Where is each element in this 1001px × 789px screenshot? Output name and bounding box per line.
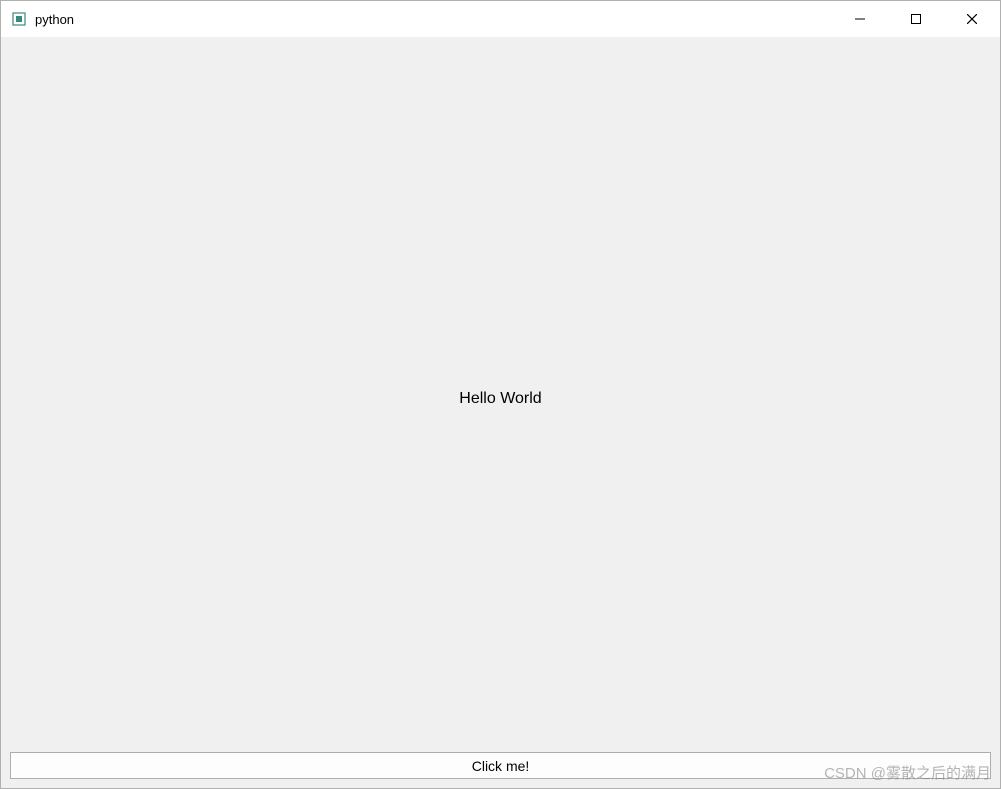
window-title: python [35,12,74,27]
titlebar: python [1,1,1000,37]
minimize-icon [855,12,865,27]
titlebar-controls [832,1,1000,37]
application-icon [11,11,27,27]
maximize-icon [911,12,921,27]
application-window: python [0,0,1001,789]
hello-label: Hello World [459,390,541,408]
close-icon [967,12,977,27]
client-area: Hello World Click me! [1,37,1000,788]
click-me-button[interactable]: Click me! [10,752,991,779]
minimize-button[interactable] [832,1,888,37]
maximize-button[interactable] [888,1,944,37]
titlebar-left: python [11,11,74,27]
content-center: Hello World [10,46,991,752]
close-button[interactable] [944,1,1000,37]
